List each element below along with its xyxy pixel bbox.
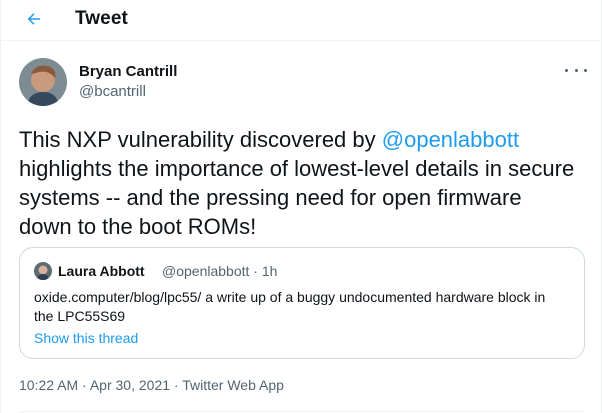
more-options-button[interactable]	[565, 63, 587, 77]
quoted-author-handle: @openlabbott · 1h	[162, 263, 278, 279]
more-dots-icon	[565, 68, 568, 72]
arrow-left-icon	[27, 13, 40, 25]
mention-link[interactable]: @openlabbott	[382, 127, 519, 152]
quoted-tweet-text: oxide.computer/blog/lpc55/ a write up of…	[34, 289, 546, 324]
divider	[19, 411, 585, 412]
meta-separator: ·	[82, 377, 87, 393]
meta-separator: ·	[173, 377, 179, 393]
tweet-text: This NXP vulnerability discovered by @op…	[19, 125, 579, 241]
tweet-text-start: This NXP vulnerability discovered by	[19, 127, 382, 152]
author-handle[interactable]: @bcantrill	[79, 83, 146, 100]
quoted-avatar	[34, 262, 52, 280]
tweet-metadata: 10:22 AM · Apr 30, 2021 · Twitter Web Ap…	[19, 377, 284, 393]
tweet-source[interactable]: Twitter Web App	[182, 377, 284, 393]
quoted-tweet-card[interactable]: Laura Abbott @openlabbott · 1h oxide.com…	[19, 247, 585, 359]
more-dots-icon	[574, 68, 578, 72]
avatar[interactable]	[19, 58, 67, 106]
quoted-author-photo	[34, 262, 52, 280]
more-dots-icon	[584, 68, 587, 72]
quoted-author-name: Laura Abbott	[58, 263, 145, 279]
page-title: Tweet	[75, 8, 128, 29]
tweet-page: Tweet Bryan Cantrill @bcantrill This NXP…	[0, 0, 602, 413]
tweet-date[interactable]: Apr 30, 2021	[90, 377, 170, 393]
tweet-text-end: highlights the importance of lowest-leve…	[19, 156, 575, 239]
author-photo	[19, 58, 67, 106]
tweet-time[interactable]: 10:22 AM	[19, 377, 78, 393]
header-bar: Tweet	[1, 0, 601, 41]
back-button[interactable]	[21, 6, 47, 32]
author-name[interactable]: Bryan Cantrill	[79, 63, 177, 80]
show-thread-link[interactable]: Show this thread	[34, 330, 138, 346]
